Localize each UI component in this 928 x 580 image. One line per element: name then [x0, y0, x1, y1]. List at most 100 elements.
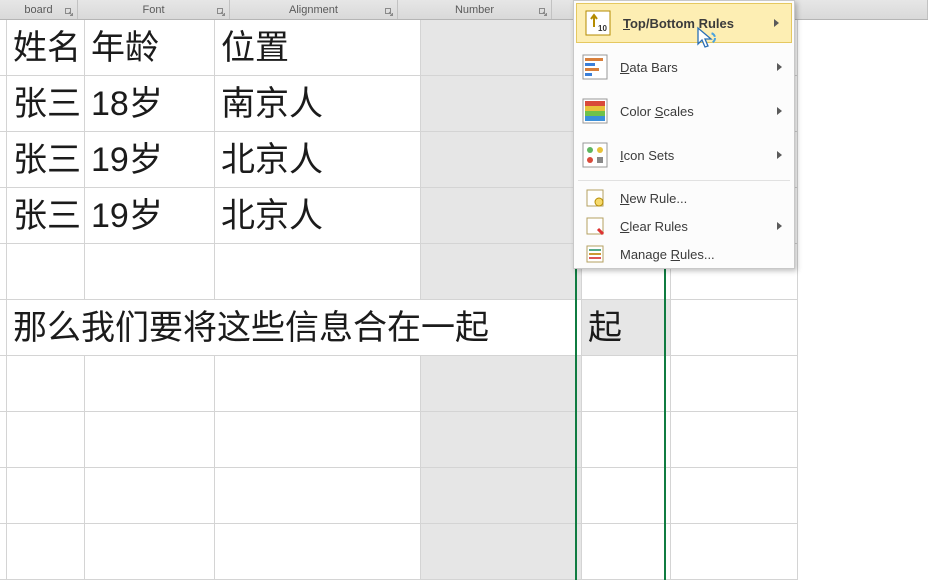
cell[interactable] — [421, 188, 582, 244]
cell[interactable] — [85, 356, 215, 412]
cell[interactable] — [7, 244, 85, 300]
row-gutter — [0, 188, 7, 244]
cell[interactable] — [215, 412, 421, 468]
cell[interactable]: 张三 — [7, 76, 85, 132]
dialog-launcher-icon[interactable] — [384, 7, 394, 17]
cell[interactable] — [215, 468, 421, 524]
ribbon-group-label: Alignment — [289, 4, 338, 16]
table-row — [0, 356, 928, 412]
row-gutter — [0, 244, 7, 300]
cell[interactable] — [671, 468, 798, 524]
dialog-launcher-icon[interactable] — [64, 7, 74, 17]
table-row — [0, 412, 928, 468]
svg-text:10: 10 — [598, 24, 607, 33]
menu-item-label: Icon Sets — [620, 148, 767, 163]
cell[interactable]: 张三 — [7, 188, 85, 244]
topbottom-icon: 10 — [583, 8, 613, 38]
chevron-right-icon — [777, 63, 782, 71]
cell[interactable]: 张三 — [7, 132, 85, 188]
cell[interactable] — [671, 412, 798, 468]
ribbon-group-label: board — [24, 4, 52, 16]
menu-item-label: Color Scales — [620, 104, 767, 119]
cell[interactable]: 北京人 — [215, 132, 421, 188]
cell[interactable]: 18岁 — [85, 76, 215, 132]
cell[interactable]: 位置 — [215, 20, 421, 76]
merged-text-cell[interactable]: 那么我们要将这些信息合在一起 — [7, 300, 582, 356]
row-gutter — [0, 356, 7, 412]
cell[interactable] — [85, 524, 215, 580]
row-gutter — [0, 76, 7, 132]
dialog-launcher-icon[interactable] — [538, 7, 548, 17]
chevron-right-icon — [774, 19, 779, 27]
cell[interactable] — [582, 524, 671, 580]
menu-item-topbottom[interactable]: 10 Top/Bottom Rules — [576, 3, 792, 43]
cell[interactable]: 19岁 — [85, 132, 215, 188]
cell[interactable] — [85, 412, 215, 468]
cell[interactable] — [7, 524, 85, 580]
menu-item-newrule[interactable]: New Rule... — [574, 184, 794, 212]
conditional-formatting-menu: 10 Top/Bottom Rules Data Bars Color Scales I… — [573, 0, 795, 269]
chevron-right-icon — [777, 151, 782, 159]
clearrules-icon — [585, 216, 605, 236]
cell[interactable] — [421, 412, 582, 468]
cell[interactable] — [421, 76, 582, 132]
menu-item-label: New Rule... — [620, 191, 786, 206]
cell[interactable] — [421, 524, 582, 580]
menu-item-iconsets[interactable]: Icon Sets — [574, 133, 794, 177]
row-gutter — [0, 300, 7, 356]
colorscales-icon — [580, 96, 610, 126]
cell[interactable]: 19岁 — [85, 188, 215, 244]
menu-item-databars[interactable]: Data Bars — [574, 45, 794, 89]
menu-item-label: Clear Rules — [620, 219, 767, 234]
ribbon-group-Number: Number — [398, 0, 552, 19]
cell[interactable] — [582, 468, 671, 524]
cell[interactable] — [671, 524, 798, 580]
menu-separator — [578, 180, 790, 181]
cell[interactable] — [215, 524, 421, 580]
cell[interactable] — [421, 20, 582, 76]
cell[interactable]: 南京人 — [215, 76, 421, 132]
cell[interactable] — [582, 356, 671, 412]
dialog-launcher-icon[interactable] — [216, 7, 226, 17]
row-gutter — [0, 20, 7, 76]
cell[interactable]: 起 — [582, 300, 671, 356]
cell[interactable] — [7, 468, 85, 524]
cell[interactable] — [85, 468, 215, 524]
table-row: 那么我们要将这些信息合在一起起 — [0, 300, 928, 356]
ribbon-group-board: board — [0, 0, 78, 19]
cell[interactable]: 姓名 — [7, 20, 85, 76]
ribbon-group-label: Number — [455, 4, 494, 16]
cell[interactable]: 北京人 — [215, 188, 421, 244]
cell[interactable] — [671, 300, 798, 356]
cell[interactable] — [671, 356, 798, 412]
managerules-icon — [585, 244, 605, 264]
iconsets-icon — [580, 140, 610, 170]
cell[interactable] — [215, 244, 421, 300]
cell[interactable] — [421, 356, 582, 412]
cell[interactable] — [7, 412, 85, 468]
menu-item-label: Manage Rules... — [620, 247, 786, 262]
ribbon-group-Alignment: Alignment — [230, 0, 398, 19]
cell[interactable]: 年龄 — [85, 20, 215, 76]
newrule-icon — [585, 188, 605, 208]
menu-item-clearrules[interactable]: Clear Rules — [574, 212, 794, 240]
cell[interactable] — [421, 468, 582, 524]
row-gutter — [0, 524, 7, 580]
menu-item-colorscales[interactable]: Color Scales — [574, 89, 794, 133]
menu-item-label: Top/Bottom Rules — [623, 16, 764, 31]
table-row — [0, 468, 928, 524]
cell[interactable] — [582, 412, 671, 468]
row-gutter — [0, 132, 7, 188]
cell[interactable] — [7, 356, 85, 412]
cell[interactable] — [85, 244, 215, 300]
ribbon-group-label: Font — [142, 4, 164, 16]
menu-item-label: Data Bars — [620, 60, 767, 75]
menu-item-managerules[interactable]: Manage Rules... — [574, 240, 794, 268]
chevron-right-icon — [777, 107, 782, 115]
cell[interactable] — [215, 356, 421, 412]
row-gutter — [0, 468, 7, 524]
row-gutter — [0, 412, 7, 468]
table-row — [0, 524, 928, 580]
cell[interactable] — [421, 132, 582, 188]
cell[interactable] — [421, 244, 582, 300]
